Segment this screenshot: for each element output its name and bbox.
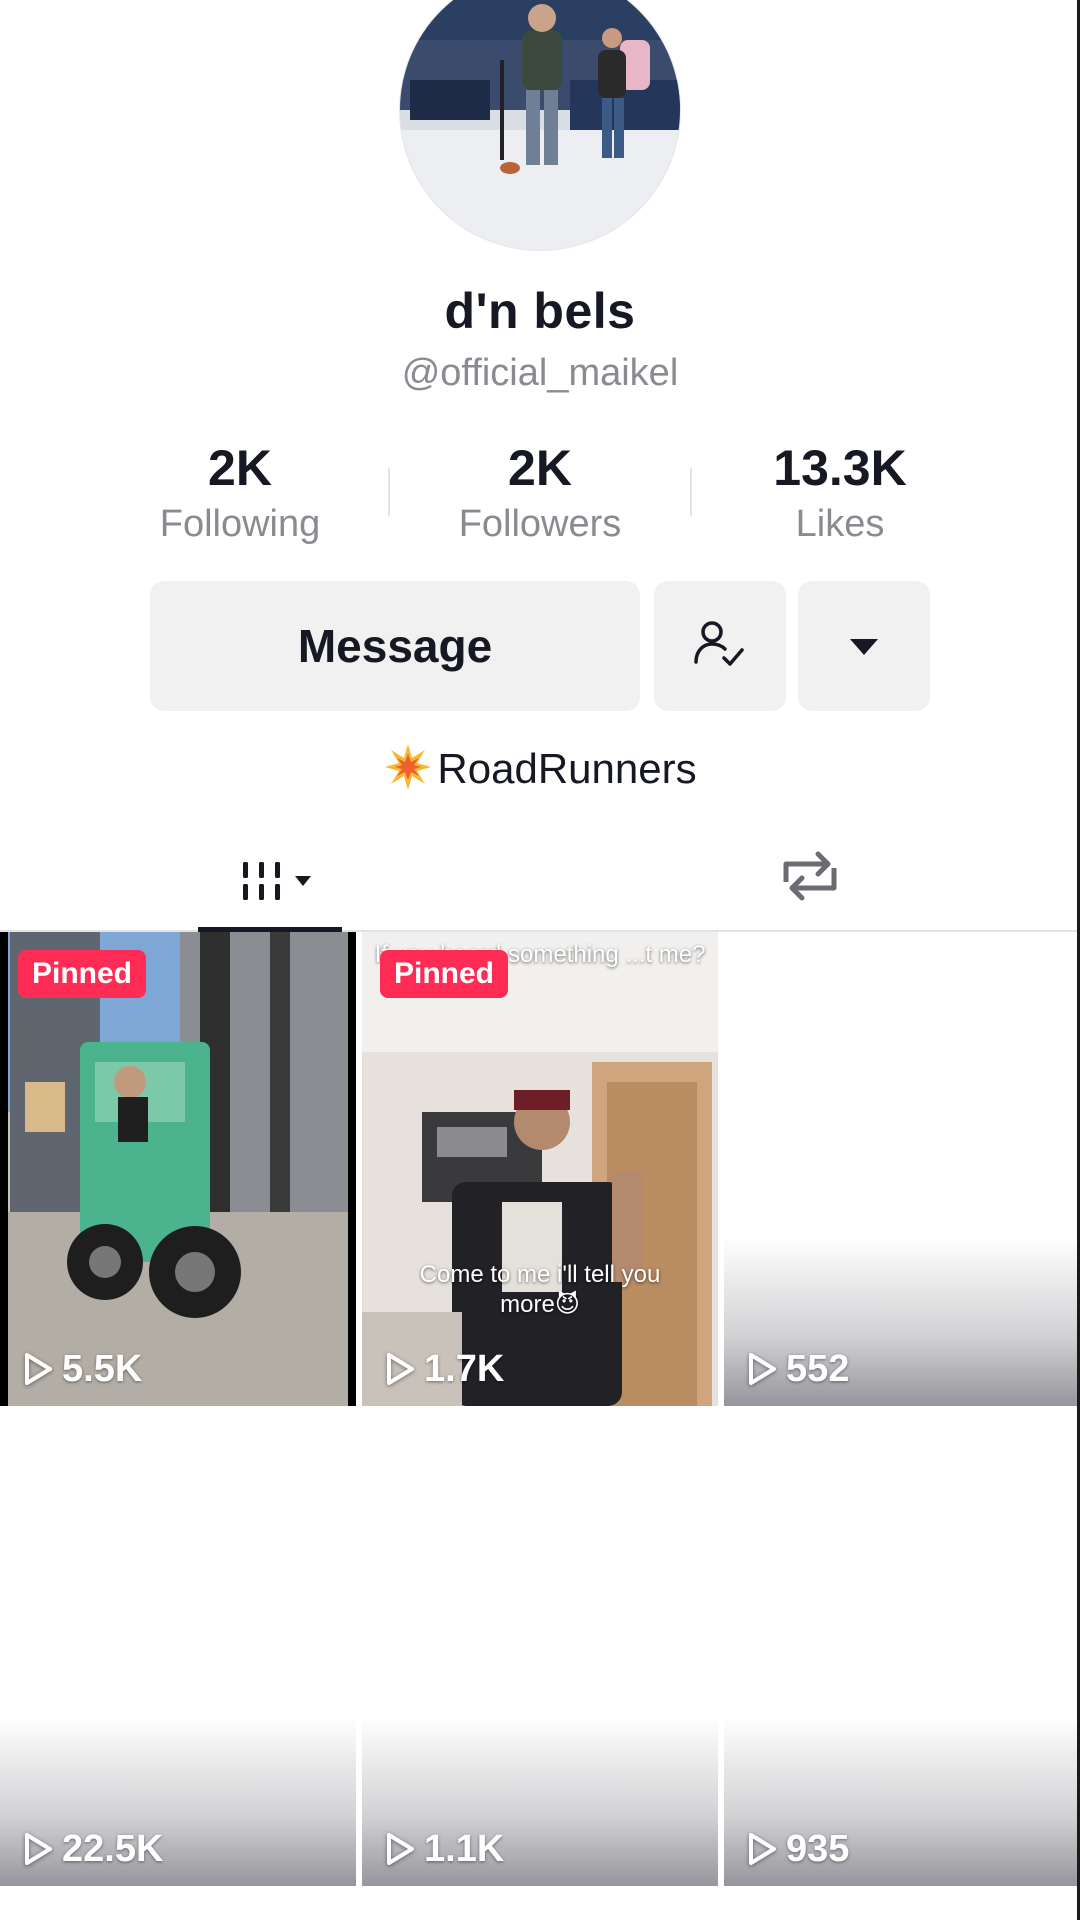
view-count-value: 5.5K xyxy=(62,1347,143,1390)
followers-label: Followers xyxy=(458,503,622,545)
stat-followers[interactable]: 2K Followers xyxy=(410,438,670,550)
videos-grid-icon xyxy=(243,862,311,900)
play-icon xyxy=(387,1833,414,1865)
view-count: 1.1K xyxy=(384,1824,504,1874)
bio-text: RoadRunners xyxy=(437,745,697,793)
view-count-value: 1.1K xyxy=(424,1827,505,1870)
view-count-value: 935 xyxy=(786,1827,850,1870)
likes-count: 13.3K xyxy=(773,440,907,496)
caption-line-2: more😈 xyxy=(500,1291,580,1318)
profile-page: d'n bels @official_maikel 2K Following 2… xyxy=(0,0,1080,1920)
profile-stats: 2K Following 2K Followers 13.3K Likes xyxy=(0,438,1080,548)
pinned-badge: Pinned xyxy=(18,950,147,998)
caret-down-icon xyxy=(850,639,878,655)
view-count: 1.7K xyxy=(384,1344,504,1394)
play-icon xyxy=(387,1353,414,1385)
video-tile[interactable]: Pinned 5.5K xyxy=(0,932,356,1406)
video-tile[interactable]: 1.1K xyxy=(362,1412,718,1886)
stat-divider xyxy=(690,468,692,516)
friends-check-icon xyxy=(694,621,744,666)
following-label: Following xyxy=(159,503,321,545)
following-count: 2K xyxy=(208,440,272,496)
likes-label: Likes xyxy=(795,503,885,545)
view-count: 5.5K xyxy=(22,1344,142,1394)
avatar-image xyxy=(400,0,680,250)
repost-icon xyxy=(783,851,837,901)
profile-tabs xyxy=(0,820,1080,932)
video-tile[interactable]: 552 xyxy=(724,932,1080,1406)
play-icon xyxy=(25,1353,52,1385)
video-thumbnail xyxy=(362,932,718,1406)
stat-following[interactable]: 2K Following xyxy=(110,438,370,550)
view-count: 935 xyxy=(746,1824,849,1874)
message-button[interactable]: Message xyxy=(150,581,640,711)
view-count: 552 xyxy=(746,1344,849,1394)
view-count-value: 22.5K xyxy=(62,1827,164,1870)
followers-count: 2K xyxy=(508,440,572,496)
video-thumbnail xyxy=(0,932,356,1406)
play-icon xyxy=(749,1833,776,1865)
view-count: 22.5K xyxy=(22,1824,163,1874)
bio: RoadRunners xyxy=(0,742,1080,802)
tab-reposts[interactable] xyxy=(750,820,870,930)
tab-videos[interactable] xyxy=(198,820,342,930)
display-name: d'n bels xyxy=(444,283,636,339)
video-tile[interactable]: If you heard something ...t me? Come to … xyxy=(362,932,718,1406)
view-count-value: 1.7K xyxy=(424,1347,505,1390)
stat-likes[interactable]: 13.3K Likes xyxy=(710,438,970,550)
pinned-badge: Pinned xyxy=(380,950,509,998)
video-tile[interactable]: 935 xyxy=(724,1412,1080,1886)
more-options-button[interactable] xyxy=(798,581,930,711)
friends-button[interactable] xyxy=(654,581,786,711)
avatar[interactable] xyxy=(400,0,680,250)
username: @official_maikel xyxy=(401,352,679,394)
video-tile[interactable]: 22.5K xyxy=(0,1412,356,1886)
collision-emoji xyxy=(383,742,433,802)
caption-line-1: Come to me i'll tell you xyxy=(419,1261,661,1288)
play-icon xyxy=(749,1353,776,1385)
stat-divider xyxy=(388,468,390,516)
play-icon xyxy=(25,1833,52,1865)
view-count-value: 552 xyxy=(786,1347,850,1390)
